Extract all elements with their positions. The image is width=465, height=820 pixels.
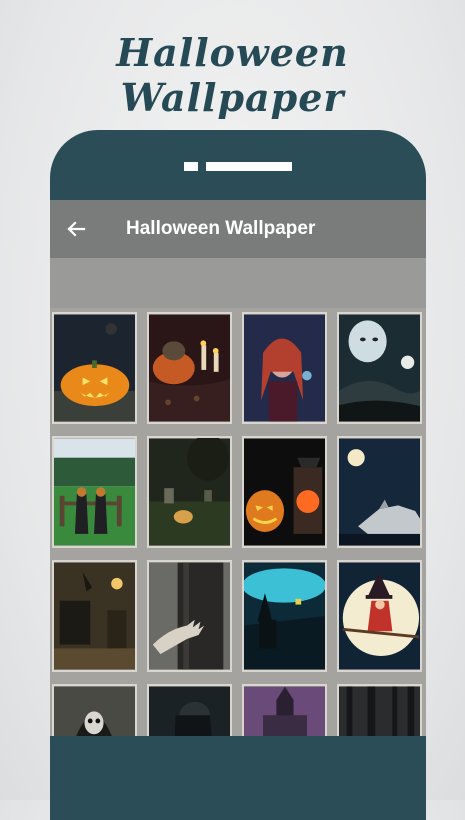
wallpaper-thumb[interactable] (147, 312, 232, 424)
wallpaper-thumb[interactable] (242, 684, 327, 736)
phone-bottom-bezel (50, 736, 426, 800)
witch-portrait-image (244, 314, 325, 422)
jack-o-lantern-night-image (54, 314, 135, 422)
wallpaper-thumb[interactable] (337, 436, 422, 548)
wallpaper-thumb[interactable] (337, 312, 422, 424)
haunted-room-image (54, 562, 135, 670)
dark-forest-image (339, 686, 420, 736)
witch-aurora-image (244, 562, 325, 670)
wallpaper-thumb[interactable] (242, 436, 327, 548)
wallpaper-thumb[interactable] (337, 684, 422, 736)
pumpkin-candles-image (149, 314, 230, 422)
witch-broom-moon-image (339, 562, 420, 670)
graveyard-pumpkin-image (149, 438, 230, 546)
sub-bar (50, 258, 426, 308)
promo-title: Halloween Wallpaper (116, 30, 349, 120)
phone-speaker (206, 162, 292, 171)
wallpaper-thumb[interactable] (242, 560, 327, 672)
app-bar: Halloween Wallpaper (50, 200, 426, 258)
wallpaper-thumb[interactable] (147, 684, 232, 736)
wallpaper-thumb[interactable] (52, 684, 137, 736)
skull-reaper-image (54, 686, 135, 736)
scarecrows-field-image (54, 438, 135, 546)
wallpaper-thumb[interactable] (52, 560, 137, 672)
ghost-face-moon-image (339, 314, 420, 422)
wolf-full-moon-image (339, 438, 420, 546)
dark-figure-image (149, 686, 230, 736)
wallpaper-thumb[interactable] (147, 436, 232, 548)
wallpaper-thumb[interactable] (52, 312, 137, 424)
phone-camera (184, 162, 198, 171)
wallpaper-thumb[interactable] (52, 436, 137, 548)
carved-pumpkin-lantern-image (244, 438, 325, 546)
wallpaper-thumb[interactable] (242, 312, 327, 424)
wallpaper-thumb[interactable] (337, 560, 422, 672)
arrow-left-icon[interactable] (64, 217, 88, 241)
app-screen: Halloween Wallpaper (50, 200, 426, 736)
hand-tree-image (149, 562, 230, 670)
wallpaper-thumb[interactable] (147, 560, 232, 672)
gothic-church-image (244, 686, 325, 736)
app-bar-title: Halloween Wallpaper (126, 218, 316, 239)
